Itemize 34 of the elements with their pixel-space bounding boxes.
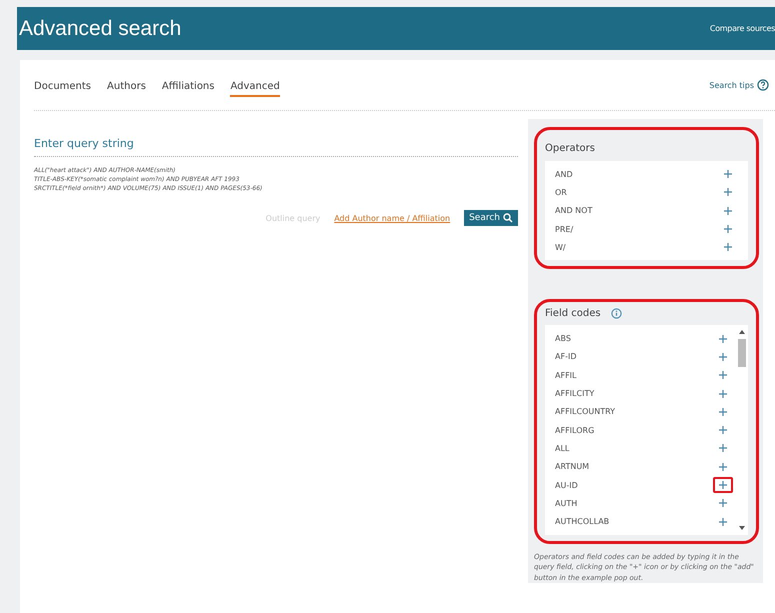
tab[interactable]: Authors — [107, 73, 146, 97]
tab[interactable]: Documents — [34, 73, 92, 97]
field-code-label: AFFIL — [555, 370, 576, 380]
panel-title: Field codes — [545, 308, 601, 320]
add-author-link[interactable]: Add Author name / Affiliation — [334, 214, 450, 222]
field-code-label: AUTHCOLLAB — [555, 517, 610, 526]
operator-label: PRE/ — [555, 224, 574, 234]
operator-label: AND — [555, 170, 573, 179]
field-code-label: AUTH — [555, 498, 578, 508]
search-tips-link[interactable]: Search tips — [709, 80, 754, 90]
tab[interactable]: Affiliations — [162, 73, 214, 97]
field-code-label: AFFILORG — [555, 426, 594, 435]
scroll-down-icon[interactable] — [738, 524, 744, 531]
operator-label: W/ — [555, 242, 566, 252]
field-code-label: ALL — [555, 444, 570, 453]
field-code-label: ABS — [555, 334, 571, 344]
plus-icon[interactable] — [713, 477, 733, 493]
tab[interactable]: Advanced — [230, 73, 280, 97]
page-title: Advanced search — [19, 16, 182, 40]
panel-title: Operators — [545, 143, 595, 154]
field-code-label: AU-ID — [555, 480, 578, 490]
help-icon[interactable] — [757, 79, 769, 91]
field-code-label: AF-ID — [555, 352, 576, 362]
field-code-label: AFFILCITY — [555, 389, 594, 398]
operator-label: OR — [555, 188, 567, 197]
scroll-up-icon[interactable] — [738, 329, 744, 336]
compare-sources-link[interactable]: Compare sources — [710, 24, 775, 33]
search-icon — [503, 213, 513, 223]
scroll-thumb[interactable] — [738, 339, 746, 368]
search-button[interactable]: Search — [464, 210, 518, 226]
operator-label: AND NOT — [555, 206, 592, 216]
field-code-label: AFFILCOUNTRY — [555, 407, 616, 416]
field-code-label: ARTNUM — [555, 462, 590, 472]
info-icon[interactable] — [610, 308, 622, 320]
